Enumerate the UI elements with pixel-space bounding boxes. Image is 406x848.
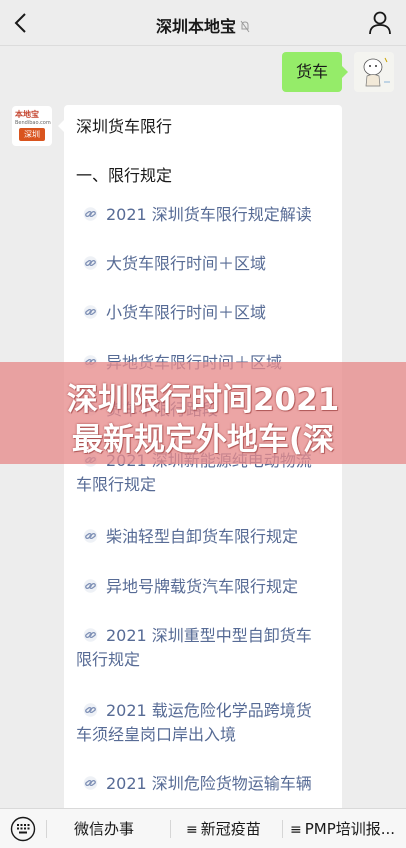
link-line: 大货车限行时间＋区域 bbox=[76, 252, 336, 276]
top-nav-bar: 深圳本地宝 bbox=[0, 0, 406, 46]
menu-separator bbox=[170, 820, 171, 838]
chat-title: 深圳本地宝 bbox=[155, 17, 236, 36]
avatar-city-tag: 深圳 bbox=[19, 128, 45, 141]
hamburger-icon: ≡ bbox=[290, 822, 302, 838]
link-line: 2021 载运危险化学品跨境货 bbox=[76, 699, 336, 723]
link-item[interactable]: 大货车限行时间＋区域 bbox=[76, 252, 336, 276]
account-avatar[interactable]: 本地宝 Bendibao.com 深圳 bbox=[12, 106, 52, 146]
sent-message-text: 货车 bbox=[295, 62, 328, 81]
link-text: 2021 深圳危险货物运输车辆 bbox=[106, 774, 312, 793]
section-heading: 一、限行规定 bbox=[76, 166, 173, 185]
link-text: 限行规定 bbox=[76, 650, 141, 669]
link-text: 大货车限行时间＋区域 bbox=[106, 254, 267, 273]
link-line: 2021 深圳货车限行规定解读 bbox=[76, 203, 336, 227]
link-icon bbox=[82, 529, 99, 543]
keyboard-icon[interactable] bbox=[10, 816, 36, 842]
link-icon bbox=[82, 207, 99, 221]
headline-line-1: 深圳限行时间2021 bbox=[66, 382, 340, 418]
message-title: 深圳货车限行 bbox=[76, 117, 173, 136]
link-text: 2021 深圳货车限行规定解读 bbox=[106, 205, 312, 224]
link-text: 柴油轻型自卸货车限行规定 bbox=[106, 527, 299, 546]
chat-title-area: 深圳本地宝 bbox=[0, 13, 406, 37]
link-text: 2021 深圳重型中型自卸货车 bbox=[106, 626, 312, 645]
menu-tab-label: 微信办事 bbox=[74, 820, 135, 838]
menu-tab-wechat-service[interactable]: 微信办事 bbox=[74, 819, 134, 839]
menu-separator bbox=[46, 820, 47, 838]
link-text: 小货车限行时间＋区域 bbox=[106, 303, 267, 322]
link-item[interactable]: 2021 深圳货车限行规定解读 bbox=[76, 203, 336, 227]
mute-icon bbox=[240, 18, 250, 33]
link-icon bbox=[82, 703, 99, 717]
link-icon bbox=[82, 305, 99, 319]
link-item[interactable]: 2021 深圳重型中型自卸货车限行规定 bbox=[76, 624, 336, 672]
avatar-brand-text: 本地宝 bbox=[15, 110, 39, 119]
link-line: 车限行规定 bbox=[76, 473, 336, 497]
hamburger-icon: ≡ bbox=[186, 822, 198, 838]
headline-banner: 深圳限行时间2021 最新规定外地车(深 bbox=[0, 362, 406, 464]
link-line: 柴油轻型自卸货车限行规定 bbox=[76, 525, 336, 549]
menu-tab-covid-vaccine[interactable]: ≡ 新冠疫苗 bbox=[186, 819, 261, 840]
menu-tab-label: PMP培训报... bbox=[304, 820, 396, 838]
link-item[interactable]: 小货车限行时间＋区域 bbox=[76, 301, 336, 325]
link-text: 车限行规定 bbox=[76, 475, 157, 494]
link-icon bbox=[82, 256, 99, 270]
link-line: 2021 深圳重型中型自卸货车 bbox=[76, 624, 336, 648]
menu-tab-pmp-training[interactable]: ≡ PMP培训报... bbox=[290, 819, 395, 840]
link-line: 异地号牌载货汽车限行规定 bbox=[76, 575, 336, 599]
link-text: 异地号牌载货汽车限行规定 bbox=[106, 577, 299, 596]
link-line: 限行规定 bbox=[76, 648, 336, 672]
link-item[interactable]: 2021 深圳危险货物运输车辆 bbox=[76, 772, 336, 796]
link-text: 车须经皇岗口岸出入境 bbox=[76, 725, 237, 744]
sent-message-bubble[interactable]: 货车 bbox=[281, 52, 349, 92]
menu-tab-label: 新冠疫苗 bbox=[200, 820, 261, 838]
avatar-site-text: Bendibao.com bbox=[15, 120, 51, 126]
link-item[interactable]: 2021 载运危险化学品跨境货车须经皇岗口岸出入境 bbox=[76, 699, 336, 747]
link-line: 车须经皇岗口岸出入境 bbox=[76, 723, 336, 747]
person-icon[interactable] bbox=[368, 10, 392, 36]
link-text: 2021 载运危险化学品跨境货 bbox=[106, 701, 312, 720]
bottom-menu-bar: 微信办事 ≡ 新冠疫苗 ≡ PMP培训报... bbox=[0, 808, 406, 848]
link-icon bbox=[82, 628, 99, 642]
menu-separator bbox=[282, 820, 283, 838]
link-item[interactable]: 异地号牌载货汽车限行规定 bbox=[76, 575, 336, 599]
user-avatar[interactable] bbox=[354, 52, 394, 92]
link-item[interactable]: 柴油轻型自卸货车限行规定 bbox=[76, 525, 336, 549]
link-line: 小货车限行时间＋区域 bbox=[76, 301, 336, 325]
message-bubble: 深圳货车限行 一、限行规定 2021 深圳货车限行规定解读 大货车限行时间＋区域小… bbox=[64, 105, 342, 825]
link-line: 2021 深圳危险货物运输车辆 bbox=[76, 772, 336, 796]
link-icon bbox=[82, 579, 99, 593]
link-icon bbox=[82, 776, 99, 790]
headline-line-2: 最新规定外地车(深 bbox=[71, 422, 335, 458]
